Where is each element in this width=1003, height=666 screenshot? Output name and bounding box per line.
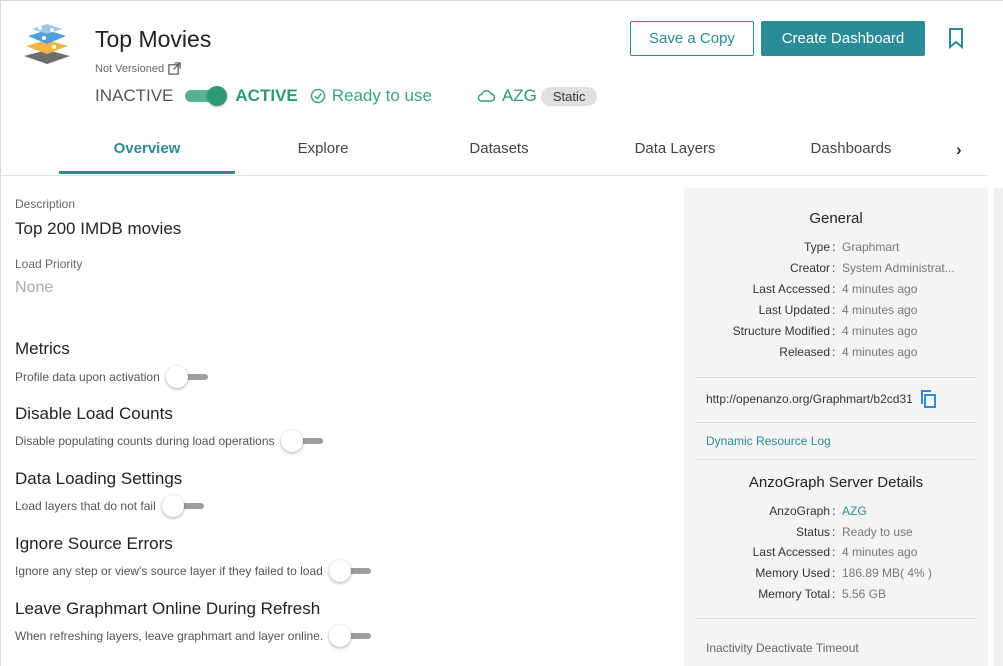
server-row: Status: Ready to use <box>795 525 913 539</box>
general-row: Creator: System Administrat... <box>789 261 955 275</box>
leave-online-toggle[interactable] <box>329 625 373 647</box>
tab-data-layers[interactable]: Data Layers <box>587 140 763 174</box>
details-panel: General Type: Graphmart Creator: System Ad… <box>684 188 988 666</box>
toggle-knob <box>207 86 228 106</box>
description-label: Description <box>15 197 76 211</box>
divider <box>696 618 976 619</box>
server-row: AnzoGraph: AZG <box>684 504 988 518</box>
divider <box>696 459 976 460</box>
setting-row-metrics: Profile data upon activation <box>15 366 210 388</box>
setting-title-leave-online: Leave Graphmart Online During Refresh <box>15 599 321 618</box>
general-title: General <box>809 210 863 227</box>
data-loading-toggle[interactable] <box>161 495 206 517</box>
static-badge: Static <box>540 86 598 106</box>
create-dashboard-button[interactable]: Create Dashboard <box>761 21 925 56</box>
general-row: Last Updated:4 minutes ago <box>758 303 918 317</box>
version-status: Not Versioned <box>95 62 181 75</box>
page-title: Top Movies <box>95 26 212 52</box>
scrollbar[interactable] <box>994 188 1003 666</box>
setting-desc: Ignore any step or view's source layer i… <box>15 564 323 578</box>
server-details-title: AnzoGraph Server Details <box>748 474 924 491</box>
setting-title-disable-load-counts: Disable Load Counts <box>15 404 173 423</box>
setting-desc: Load layers that do not fail <box>15 499 156 513</box>
external-link-icon[interactable] <box>168 62 181 75</box>
server-row: Memory Used:186.89 MB( 4% ) <box>755 566 933 580</box>
bookmark-icon[interactable] <box>946 27 966 49</box>
server-row: Last Accessed:4 minutes ago <box>752 545 918 559</box>
general-row: Released:4 minutes ago <box>779 345 918 359</box>
disable-load-counts-toggle[interactable] <box>280 430 325 452</box>
anzograph-link[interactable]: AZG <box>842 504 972 518</box>
setting-desc: Profile data upon activation <box>15 370 160 384</box>
server-status: AZG <box>476 86 537 106</box>
graphmart-uri: http://openanzo.org/Graphmart/b2cd31 <box>706 389 937 409</box>
active-label: ACTIVE <box>235 86 298 105</box>
tab-datasets[interactable]: Datasets <box>411 140 587 174</box>
setting-desc: When refreshing layers, leave graphmart … <box>15 629 324 643</box>
ignore-source-errors-toggle[interactable] <box>328 560 373 582</box>
inactivity-timeout-label: Inactivity Deactivate Timeout <box>706 641 859 655</box>
setting-row-disable-load-counts: Disable populating counts during load op… <box>15 430 325 452</box>
tab-explore[interactable]: Explore <box>235 140 411 174</box>
general-row: Type: Graphmart <box>803 240 900 254</box>
status-row: INACTIVE ACTIVE Ready to use AZG Static <box>95 84 598 108</box>
graphmart-logo-icon <box>24 24 70 64</box>
setting-row-leave-online: When refreshing layers, leave graphmart … <box>15 625 373 647</box>
cloud-icon <box>477 90 496 102</box>
server-name: AZG <box>501 86 537 105</box>
description-value: Top 200 IMDB movies <box>15 219 182 238</box>
ready-label: Ready to use <box>331 86 432 105</box>
divider <box>696 377 976 378</box>
general-row: Structure Modified:4 minutes ago <box>732 324 918 338</box>
dynamic-resource-log-link[interactable]: Dynamic Resource Log <box>706 434 831 448</box>
setting-title-data-loading: Data Loading Settings <box>15 469 183 488</box>
setting-row-data-loading: Load layers that do not fail <box>15 495 206 517</box>
setting-desc: Disable populating counts during load op… <box>15 434 275 448</box>
load-priority-value: None <box>15 279 54 296</box>
metrics-toggle[interactable] <box>165 366 210 388</box>
setting-title-metrics: Metrics <box>15 339 70 358</box>
general-row: Last Accessed:4 minutes ago <box>752 282 918 296</box>
chevron-right-icon[interactable]: › <box>956 140 962 160</box>
uri-text: http://openanzo.org/Graphmart/b2cd31 <box>706 392 913 406</box>
tab-overview[interactable]: Overview <box>59 140 235 174</box>
load-priority-label: Load Priority <box>15 257 83 271</box>
setting-row-ignore-source-errors: Ignore any step or view's source layer i… <box>15 560 373 582</box>
inactive-label: INACTIVE <box>95 86 174 105</box>
version-label: Not Versioned <box>95 62 165 75</box>
tab-bar: Overview Explore Datasets Data Layers Da… <box>0 130 988 176</box>
check-circle-icon <box>310 88 325 104</box>
ready-status: Ready to use <box>310 86 432 106</box>
activation-toggle[interactable] <box>185 86 228 106</box>
tab-dashboards[interactable]: Dashboards <box>763 140 939 174</box>
setting-title-ignore-source-errors: Ignore Source Errors <box>15 534 173 553</box>
save-copy-button[interactable]: Save a Copy <box>630 21 754 56</box>
server-row: Memory Total:5.56 GB <box>758 587 887 601</box>
divider <box>696 422 976 423</box>
copy-icon[interactable] <box>919 389 937 409</box>
